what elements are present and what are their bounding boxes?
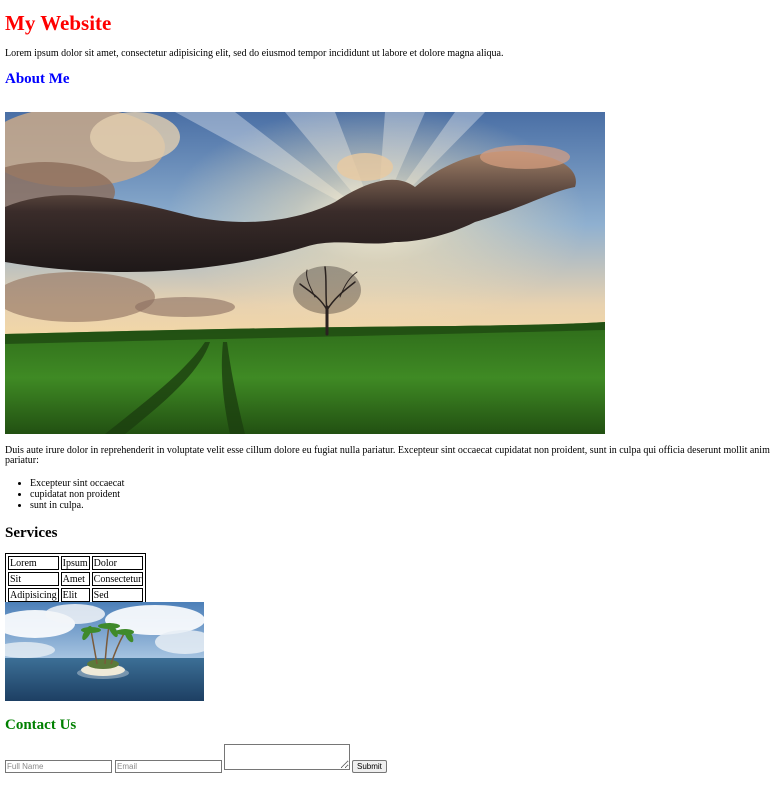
about-heading: About Me [5, 71, 70, 87]
email-input[interactable] [115, 760, 222, 773]
page: My Website Lorem ipsum dolor sit amet, c… [0, 11, 772, 88]
table-cell: Sed [91, 588, 144, 602]
about-image [5, 112, 605, 434]
full-name-input[interactable] [5, 760, 112, 773]
site-title: My Website [5, 11, 112, 35]
table-cell: Adipisicing [8, 588, 59, 602]
list-item: cupidatat non proident [30, 489, 124, 500]
table-cell: Sit [8, 572, 59, 586]
table-cell: Lorem [8, 556, 59, 570]
table-cell: Dolor [91, 556, 144, 570]
table-row: Sit Amet Consectetur [8, 572, 144, 586]
list-item: Excepteur sint occaecat [30, 478, 124, 489]
table-cell: Amet [60, 572, 90, 586]
message-textarea[interactable] [224, 744, 350, 770]
contact-heading: Contact Us [5, 717, 77, 733]
table-cell: Elit [60, 588, 90, 602]
table-row: Lorem Ipsum Dolor [8, 556, 144, 570]
about-text: Duis aute irure dolor in reprehenderit i… [5, 445, 770, 466]
intro-text: Lorem ipsum dolor sit amet, consectetur … [5, 48, 504, 59]
table-row: Adipisicing Elit Sed [8, 588, 144, 602]
services-image [5, 602, 204, 701]
services-heading: Services [5, 525, 58, 541]
services-table: Lorem Ipsum Dolor Sit Amet Consectetur A… [5, 553, 147, 605]
list-item: sunt in culpa. [30, 500, 124, 511]
table-cell: Consectetur [91, 572, 144, 586]
table-cell: Ipsum [60, 556, 90, 570]
submit-button[interactable]: Submit [352, 760, 387, 773]
about-list: Excepteur sint occaecat cupidatat non pr… [5, 478, 124, 511]
